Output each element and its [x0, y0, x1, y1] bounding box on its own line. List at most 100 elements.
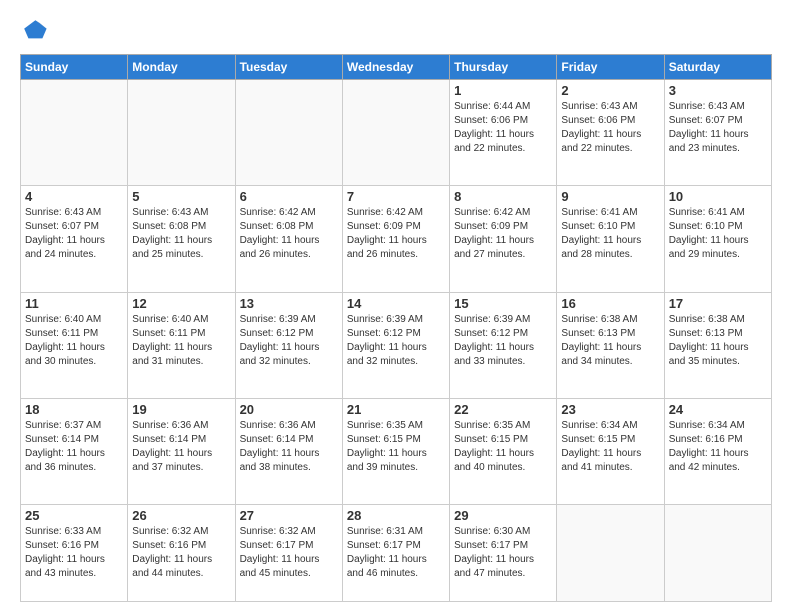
- calendar-cell: [557, 505, 664, 602]
- weekday-header: Saturday: [664, 55, 771, 80]
- calendar-cell: [235, 80, 342, 186]
- calendar-week-row: 25 Sunrise: 6:33 AM Sunset: 6:16 PM Dayli…: [21, 505, 772, 602]
- calendar-cell: 7 Sunrise: 6:42 AM Sunset: 6:09 PM Daylig…: [342, 186, 449, 292]
- day-number: 8: [454, 189, 552, 204]
- day-number: 11: [25, 296, 123, 311]
- day-number: 22: [454, 402, 552, 417]
- calendar-cell: 23 Sunrise: 6:34 AM Sunset: 6:15 PM Dayli…: [557, 398, 664, 504]
- day-number: 27: [240, 508, 338, 523]
- day-info: Sunrise: 6:39 AM Sunset: 6:12 PM Dayligh…: [347, 313, 445, 369]
- logo-icon: [20, 16, 48, 44]
- weekday-header: Tuesday: [235, 55, 342, 80]
- calendar-cell: 16 Sunrise: 6:38 AM Sunset: 6:13 PM Dayli…: [557, 292, 664, 398]
- day-number: 6: [240, 189, 338, 204]
- day-number: 7: [347, 189, 445, 204]
- weekday-header: Friday: [557, 55, 664, 80]
- calendar-cell: 6 Sunrise: 6:42 AM Sunset: 6:08 PM Daylig…: [235, 186, 342, 292]
- calendar-cell: 4 Sunrise: 6:43 AM Sunset: 6:07 PM Daylig…: [21, 186, 128, 292]
- day-info: Sunrise: 6:43 AM Sunset: 6:07 PM Dayligh…: [25, 206, 123, 262]
- day-info: Sunrise: 6:43 AM Sunset: 6:06 PM Dayligh…: [561, 100, 659, 156]
- calendar-cell: 9 Sunrise: 6:41 AM Sunset: 6:10 PM Daylig…: [557, 186, 664, 292]
- day-info: Sunrise: 6:33 AM Sunset: 6:16 PM Dayligh…: [25, 525, 123, 581]
- calendar-cell: 18 Sunrise: 6:37 AM Sunset: 6:14 PM Dayli…: [21, 398, 128, 504]
- day-info: Sunrise: 6:41 AM Sunset: 6:10 PM Dayligh…: [561, 206, 659, 262]
- weekday-header-row: SundayMondayTuesdayWednesdayThursdayFrid…: [21, 55, 772, 80]
- day-number: 10: [669, 189, 767, 204]
- logo: [20, 16, 52, 44]
- calendar-cell: 29 Sunrise: 6:30 AM Sunset: 6:17 PM Dayli…: [450, 505, 557, 602]
- weekday-header: Sunday: [21, 55, 128, 80]
- day-number: 2: [561, 83, 659, 98]
- day-number: 16: [561, 296, 659, 311]
- day-number: 24: [669, 402, 767, 417]
- calendar-cell: [342, 80, 449, 186]
- calendar-cell: 21Sunrise: 6:35 AM Sunset: 6:15 PM Dayli…: [342, 398, 449, 504]
- day-info: Sunrise: 6:38 AM Sunset: 6:13 PM Dayligh…: [561, 313, 659, 369]
- calendar-cell: 24 Sunrise: 6:34 AM Sunset: 6:16 PM Dayli…: [664, 398, 771, 504]
- day-info: Sunrise: 6:36 AM Sunset: 6:14 PM Dayligh…: [132, 419, 230, 475]
- day-info: Sunrise: 6:41 AM Sunset: 6:10 PM Dayligh…: [669, 206, 767, 262]
- calendar-cell: 28 Sunrise: 6:31 AM Sunset: 6:17 PM Dayli…: [342, 505, 449, 602]
- day-info: Sunrise: 6:32 AM Sunset: 6:16 PM Dayligh…: [132, 525, 230, 581]
- day-info: Sunrise: 6:42 AM Sunset: 6:09 PM Dayligh…: [347, 206, 445, 262]
- calendar-cell: 19 Sunrise: 6:36 AM Sunset: 6:14 PM Dayli…: [128, 398, 235, 504]
- calendar-cell: 13 Sunrise: 6:39 AM Sunset: 6:12 PM Dayli…: [235, 292, 342, 398]
- day-number: 14: [347, 296, 445, 311]
- calendar-week-row: 1Sunrise: 6:44 AM Sunset: 6:06 PM Daylig…: [21, 80, 772, 186]
- calendar-cell: [21, 80, 128, 186]
- calendar-cell: 3Sunrise: 6:43 AM Sunset: 6:07 PM Daylig…: [664, 80, 771, 186]
- day-number: 25: [25, 508, 123, 523]
- calendar-cell: [664, 505, 771, 602]
- day-info: Sunrise: 6:35 AM Sunset: 6:15 PM Dayligh…: [454, 419, 552, 475]
- weekday-header: Monday: [128, 55, 235, 80]
- day-info: Sunrise: 6:39 AM Sunset: 6:12 PM Dayligh…: [240, 313, 338, 369]
- calendar-cell: 1Sunrise: 6:44 AM Sunset: 6:06 PM Daylig…: [450, 80, 557, 186]
- day-info: Sunrise: 6:42 AM Sunset: 6:08 PM Dayligh…: [240, 206, 338, 262]
- day-number: 1: [454, 83, 552, 98]
- page: SundayMondayTuesdayWednesdayThursdayFrid…: [0, 0, 792, 612]
- calendar: SundayMondayTuesdayWednesdayThursdayFrid…: [20, 54, 772, 602]
- day-number: 21: [347, 402, 445, 417]
- day-info: Sunrise: 6:37 AM Sunset: 6:14 PM Dayligh…: [25, 419, 123, 475]
- calendar-cell: 5 Sunrise: 6:43 AM Sunset: 6:08 PM Daylig…: [128, 186, 235, 292]
- day-info: Sunrise: 6:34 AM Sunset: 6:16 PM Dayligh…: [669, 419, 767, 475]
- calendar-cell: 22 Sunrise: 6:35 AM Sunset: 6:15 PM Dayli…: [450, 398, 557, 504]
- day-number: 29: [454, 508, 552, 523]
- day-info: Sunrise: 6:36 AM Sunset: 6:14 PM Dayligh…: [240, 419, 338, 475]
- day-info: Sunrise: 6:34 AM Sunset: 6:15 PM Dayligh…: [561, 419, 659, 475]
- day-number: 15: [454, 296, 552, 311]
- day-number: 12: [132, 296, 230, 311]
- calendar-cell: 14 Sunrise: 6:39 AM Sunset: 6:12 PM Dayli…: [342, 292, 449, 398]
- day-number: 17: [669, 296, 767, 311]
- calendar-cell: 12 Sunrise: 6:40 AM Sunset: 6:11 PM Dayli…: [128, 292, 235, 398]
- day-number: 4: [25, 189, 123, 204]
- day-number: 28: [347, 508, 445, 523]
- calendar-cell: [128, 80, 235, 186]
- day-number: 26: [132, 508, 230, 523]
- day-info: Sunrise: 6:32 AM Sunset: 6:17 PM Dayligh…: [240, 525, 338, 581]
- day-number: 13: [240, 296, 338, 311]
- day-info: Sunrise: 6:39 AM Sunset: 6:12 PM Dayligh…: [454, 313, 552, 369]
- day-info: Sunrise: 6:40 AM Sunset: 6:11 PM Dayligh…: [132, 313, 230, 369]
- day-number: 23: [561, 402, 659, 417]
- day-info: Sunrise: 6:40 AM Sunset: 6:11 PM Dayligh…: [25, 313, 123, 369]
- calendar-cell: 15 Sunrise: 6:39 AM Sunset: 6:12 PM Dayli…: [450, 292, 557, 398]
- calendar-cell: 17Sunrise: 6:38 AM Sunset: 6:13 PM Dayli…: [664, 292, 771, 398]
- day-number: 18: [25, 402, 123, 417]
- calendar-cell: 20 Sunrise: 6:36 AM Sunset: 6:14 PM Dayli…: [235, 398, 342, 504]
- day-number: 19: [132, 402, 230, 417]
- day-info: Sunrise: 6:43 AM Sunset: 6:08 PM Dayligh…: [132, 206, 230, 262]
- day-number: 20: [240, 402, 338, 417]
- day-number: 5: [132, 189, 230, 204]
- calendar-week-row: 11 Sunrise: 6:40 AM Sunset: 6:11 PM Dayli…: [21, 292, 772, 398]
- day-number: 9: [561, 189, 659, 204]
- day-number: 3: [669, 83, 767, 98]
- calendar-cell: 11 Sunrise: 6:40 AM Sunset: 6:11 PM Dayli…: [21, 292, 128, 398]
- weekday-header: Wednesday: [342, 55, 449, 80]
- day-info: Sunrise: 6:31 AM Sunset: 6:17 PM Dayligh…: [347, 525, 445, 581]
- calendar-cell: 27 Sunrise: 6:32 AM Sunset: 6:17 PM Dayli…: [235, 505, 342, 602]
- calendar-week-row: 18 Sunrise: 6:37 AM Sunset: 6:14 PM Dayli…: [21, 398, 772, 504]
- day-info: Sunrise: 6:30 AM Sunset: 6:17 PM Dayligh…: [454, 525, 552, 581]
- header: [20, 16, 772, 44]
- calendar-cell: 26 Sunrise: 6:32 AM Sunset: 6:16 PM Dayli…: [128, 505, 235, 602]
